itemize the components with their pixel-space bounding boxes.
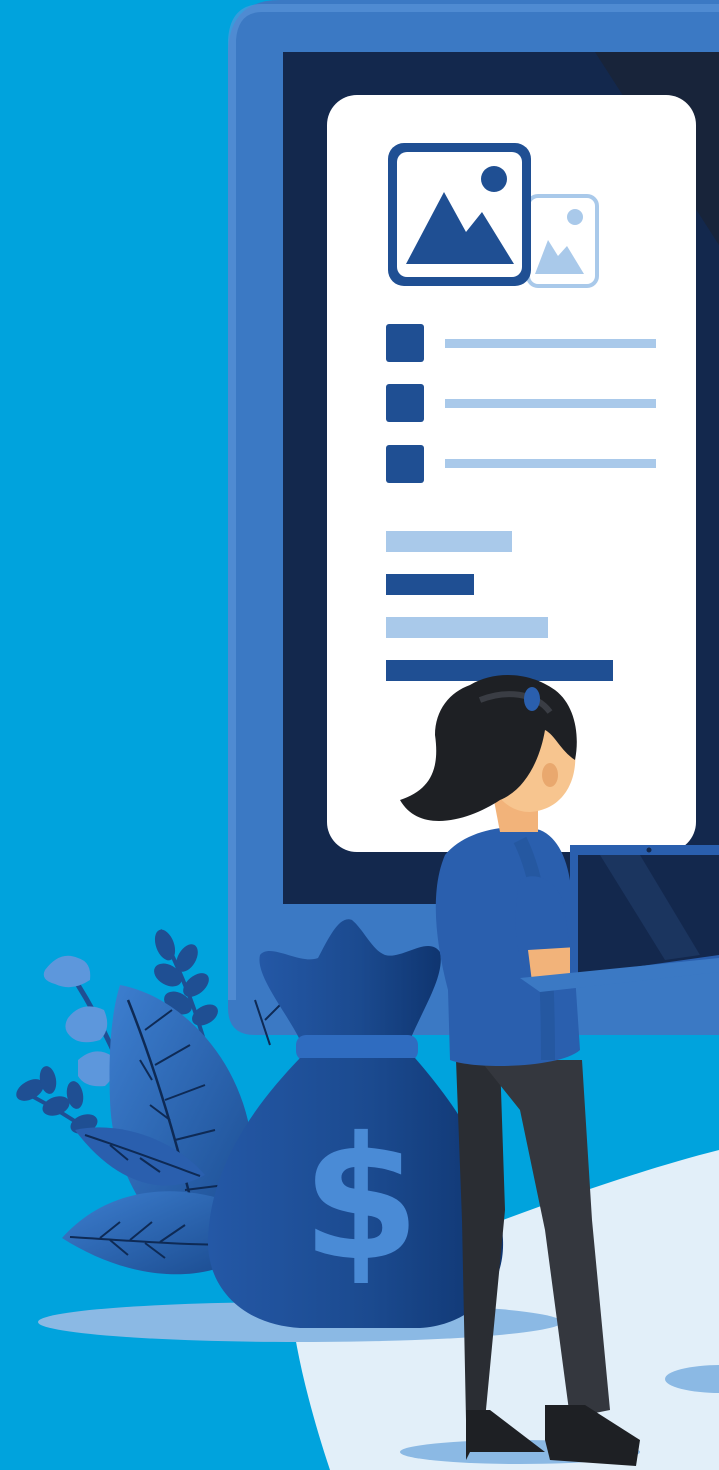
list-item-bullet (386, 324, 424, 362)
list-item-line (445, 399, 656, 408)
image-icon-secondary (526, 194, 599, 288)
illustration-scene: $ (0, 0, 719, 1470)
person-ear (542, 763, 558, 787)
text-block-2 (386, 574, 474, 595)
image-icon (388, 143, 531, 286)
hair-tie (524, 687, 540, 711)
list-item-bullet (386, 384, 424, 422)
list-item-bullet (386, 445, 424, 483)
dollar-sign: $ (302, 1101, 420, 1299)
money-bag-band (296, 1035, 418, 1061)
laptop-camera (646, 847, 652, 853)
list-item-line (445, 459, 656, 468)
flower (78, 1051, 114, 1087)
text-block-3 (386, 617, 548, 638)
text-block-1 (386, 531, 512, 552)
list-item-line (445, 339, 656, 348)
